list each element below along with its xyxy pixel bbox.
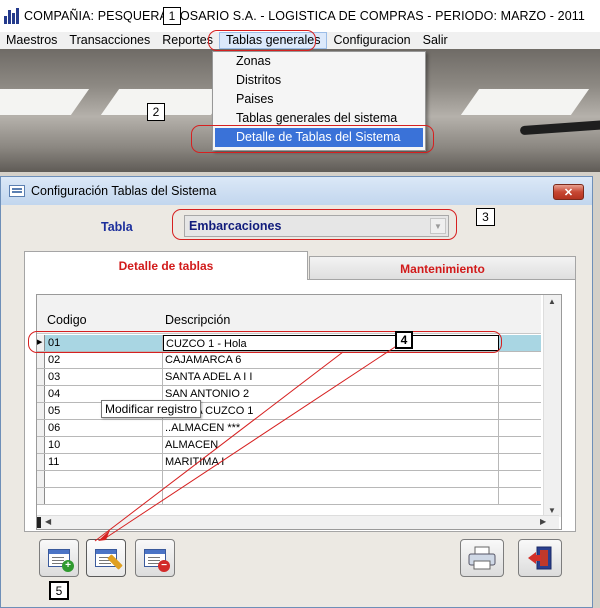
annotation-marker-5: 5 xyxy=(49,581,69,600)
dropdown-item-distritos[interactable]: Distritos xyxy=(213,71,425,90)
cell-descripcion[interactable]: ..ALMACEN *** xyxy=(163,420,499,436)
horizontal-scrollbar[interactable]: ◀ ▶ xyxy=(37,515,559,529)
scroll-right-icon[interactable]: ▶ xyxy=(540,517,546,526)
table-row[interactable]: 03 SANTA ADEL A I I xyxy=(37,369,541,386)
window-icon xyxy=(9,185,25,197)
menu-salir[interactable]: Salir xyxy=(417,32,454,49)
cell-descripcion[interactable]: MARITIMA I xyxy=(163,454,499,470)
column-header-descripcion[interactable]: Descripción xyxy=(165,313,230,327)
close-button[interactable]: ✕ xyxy=(553,184,584,200)
cell-codigo[interactable]: 11 xyxy=(45,454,163,470)
edit-record-button[interactable] xyxy=(86,539,126,577)
grid-header: Codigo Descripción xyxy=(37,295,541,334)
table-row-empty[interactable] xyxy=(37,488,541,505)
scroll-left-icon[interactable]: ◀ xyxy=(45,517,51,526)
cell-codigo[interactable]: 02 xyxy=(45,352,163,368)
scroll-thumb[interactable] xyxy=(37,517,41,528)
scroll-down-icon[interactable]: ▼ xyxy=(548,506,556,515)
exit-button[interactable] xyxy=(518,539,562,577)
config-dialog: Configuración Tablas del Sistema ✕ Tabla… xyxy=(0,176,593,608)
tab-mantenimiento[interactable]: Mantenimiento xyxy=(309,256,576,280)
menu-maestros[interactable]: Maestros xyxy=(0,32,63,49)
dialog-title-bar: Configuración Tablas del Sistema ✕ xyxy=(1,177,592,205)
table-row-empty[interactable] xyxy=(37,471,541,488)
cell-descripcion[interactable]: PANGA CUZCO 1 xyxy=(163,403,499,419)
wallpaper-pen xyxy=(519,119,600,136)
cell-descripcion[interactable]: ALMACEN xyxy=(163,437,499,453)
cell-descripcion[interactable]: SAN ANTONIO 2 xyxy=(163,386,499,402)
annotation-oval-row xyxy=(28,331,502,353)
cell-descripcion[interactable]: CAJAMARCA 6 xyxy=(163,352,499,368)
table-row[interactable]: 11 MARITIMA I xyxy=(37,454,541,471)
annotation-oval-tabla xyxy=(172,209,457,240)
cell-descripcion[interactable]: SANTA ADEL A I I xyxy=(163,369,499,385)
dropdown-item-zonas[interactable]: Zonas xyxy=(213,52,425,71)
cell-codigo[interactable]: 10 xyxy=(45,437,163,453)
tabla-label: Tabla xyxy=(101,220,133,234)
app-logo-icon xyxy=(4,8,20,24)
tab-detalle-tablas[interactable]: Detalle de tablas xyxy=(24,251,308,280)
app-title: COMPAÑIA: PESQUERA ROSARIO S.A. - LOGIST… xyxy=(24,9,585,23)
table-row[interactable]: 10 ALMACEN xyxy=(37,437,541,454)
app-title-bar: COMPAÑIA: PESQUERA ROSARIO S.A. - LOGIST… xyxy=(0,0,600,32)
cell-codigo[interactable]: 06 xyxy=(45,420,163,436)
annotation-marker-4: 4 xyxy=(395,331,413,349)
column-header-codigo[interactable]: Codigo xyxy=(47,313,87,327)
table-row[interactable]: 02 CAJAMARCA 6 xyxy=(37,352,541,369)
printer-icon xyxy=(468,546,496,570)
menu-configuracion[interactable]: Configuracion xyxy=(327,32,416,49)
delete-record-button[interactable]: − xyxy=(135,539,175,577)
vertical-scrollbar[interactable]: ▲ ▼ xyxy=(543,295,561,517)
annotation-oval-menu xyxy=(208,30,316,51)
cell-codigo[interactable]: 03 xyxy=(45,369,163,385)
annotation-marker-3: 3 xyxy=(476,208,495,226)
tooltip: Modificar registro xyxy=(101,400,202,418)
menu-transacciones[interactable]: Transacciones xyxy=(63,32,156,49)
print-button[interactable] xyxy=(460,539,504,577)
table-row[interactable]: 06 ..ALMACEN *** xyxy=(37,420,541,437)
annotation-marker-1: 1 xyxy=(163,7,181,25)
add-record-button[interactable]: + xyxy=(39,539,79,577)
dialog-title: Configuración Tablas del Sistema xyxy=(31,184,217,198)
annotation-oval-dropdown xyxy=(191,125,434,153)
scroll-up-icon[interactable]: ▲ xyxy=(548,297,556,306)
annotation-marker-2: 2 xyxy=(147,103,165,121)
dropdown-item-paises[interactable]: Paises xyxy=(213,90,425,109)
exit-door-icon xyxy=(528,546,552,570)
